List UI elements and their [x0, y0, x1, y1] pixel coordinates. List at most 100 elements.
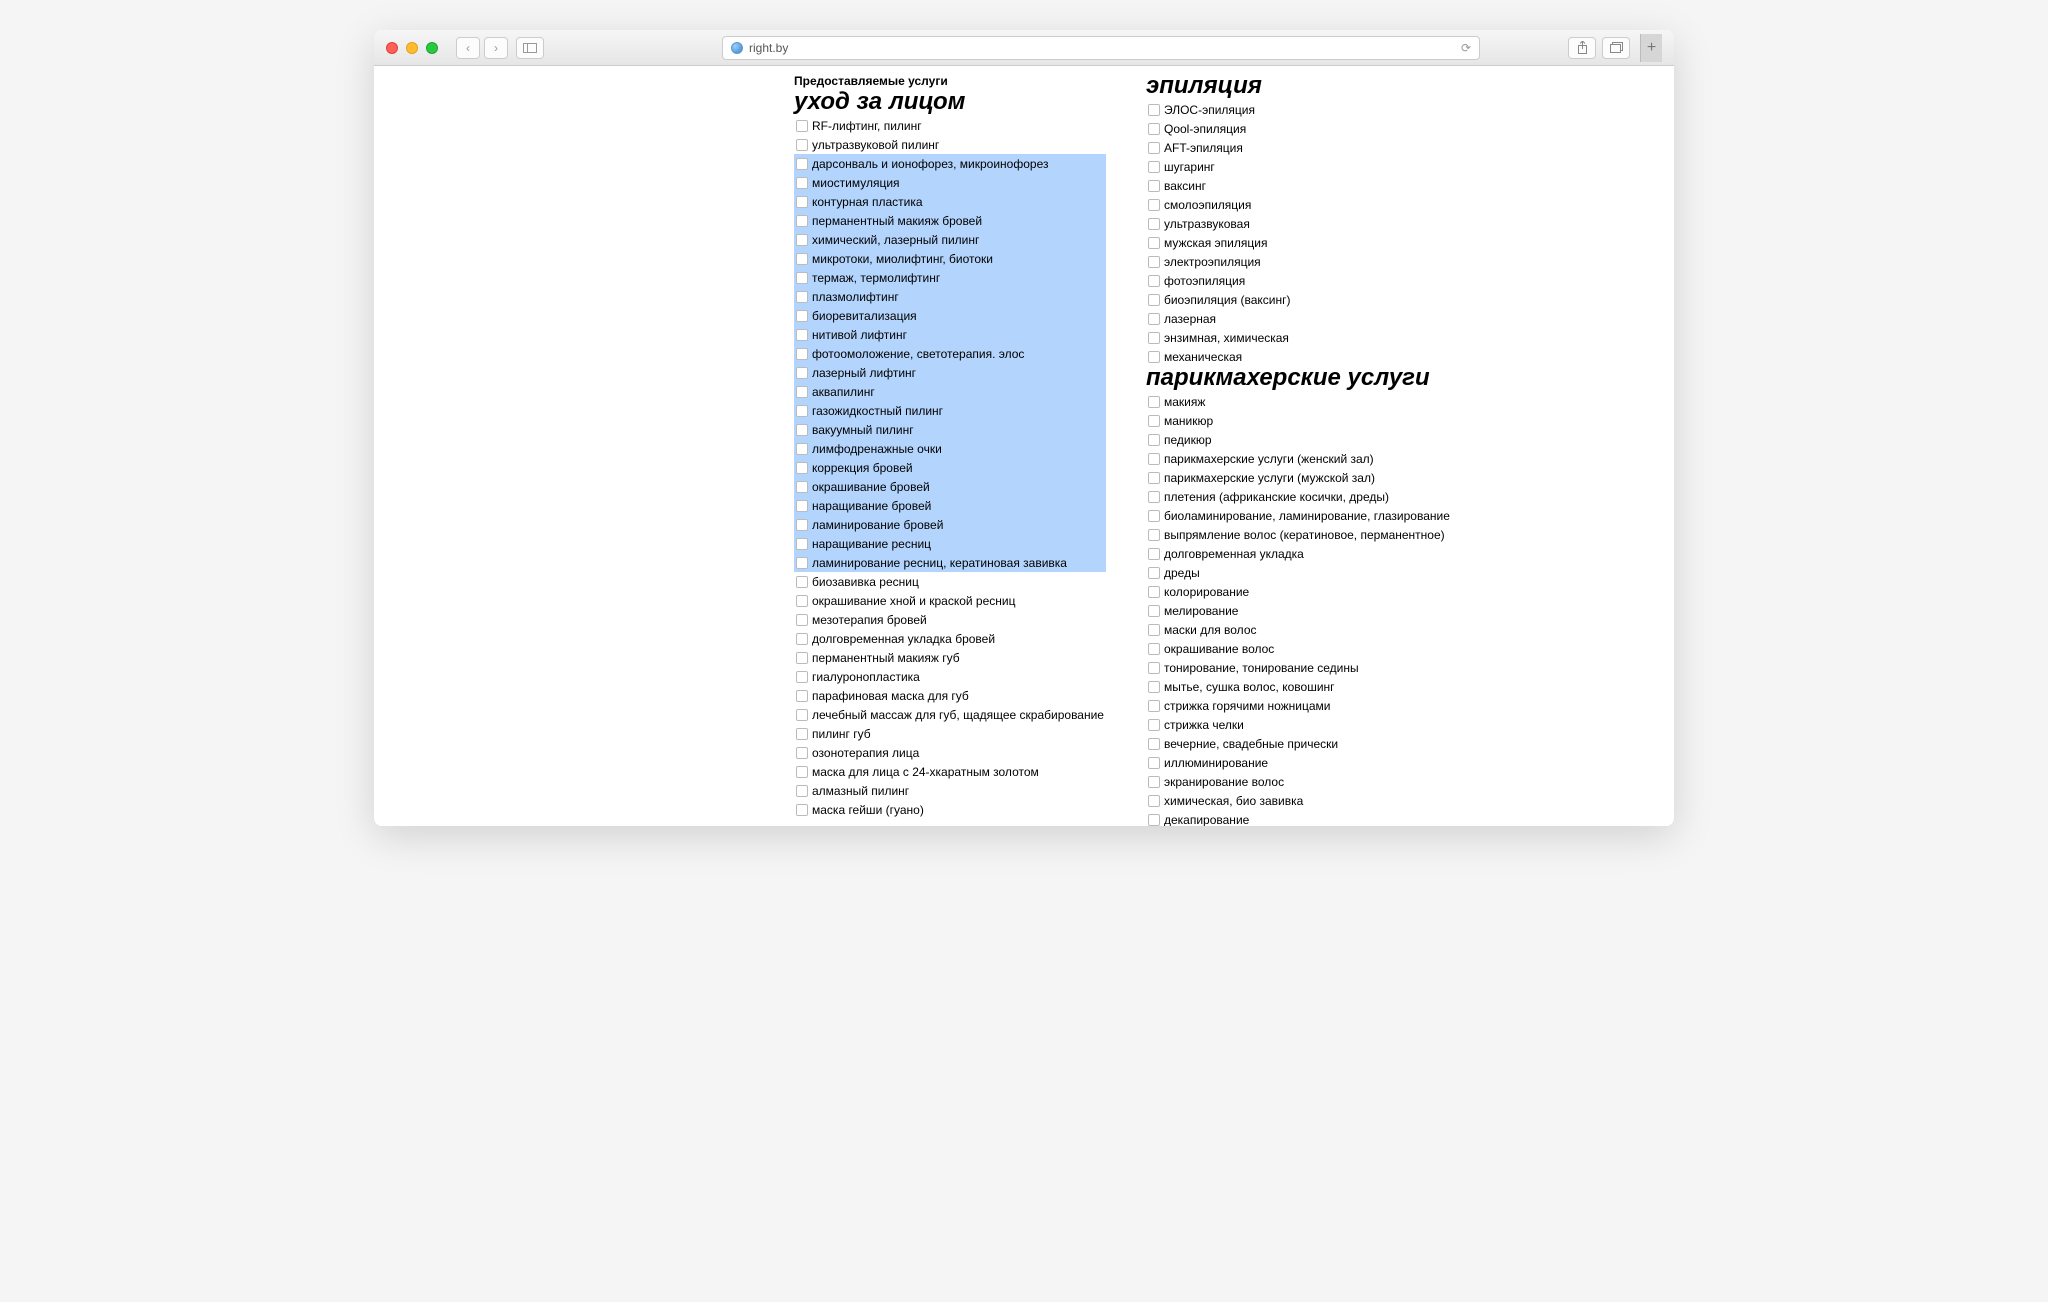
checkbox-icon[interactable] — [796, 329, 808, 341]
checkbox-icon[interactable] — [1148, 662, 1160, 674]
checkbox-icon[interactable] — [796, 747, 808, 759]
checkbox-item[interactable]: иллюминирование — [1146, 753, 1452, 772]
checkbox-item[interactable]: выпрямление волос (кератиновое, перманен… — [1146, 525, 1452, 544]
checkbox-item[interactable]: перманентный макияж губ — [794, 648, 1106, 667]
checkbox-item[interactable]: окрашивание бровей — [794, 477, 1106, 496]
checkbox-icon[interactable] — [796, 443, 808, 455]
tabs-button[interactable] — [1602, 37, 1630, 59]
checkbox-item[interactable]: плетения (африканские косички, дреды) — [1146, 487, 1452, 506]
checkbox-item[interactable]: мелирование — [1146, 601, 1452, 620]
checkbox-item[interactable]: алмазный пилинг — [794, 781, 1106, 800]
checkbox-item[interactable]: ЭЛОС-эпиляция — [1146, 100, 1452, 119]
back-button[interactable]: ‹ — [456, 37, 480, 59]
checkbox-icon[interactable] — [796, 576, 808, 588]
checkbox-item[interactable]: химический, лазерный пилинг — [794, 230, 1106, 249]
checkbox-item[interactable]: шугаринг — [1146, 157, 1452, 176]
checkbox-item[interactable]: лимфодренажные очки — [794, 439, 1106, 458]
checkbox-item[interactable]: наращивание ресниц — [794, 534, 1106, 553]
checkbox-icon[interactable] — [796, 766, 808, 778]
checkbox-item[interactable]: ламинирование бровей — [794, 515, 1106, 534]
checkbox-item[interactable]: Qool-эпиляция — [1146, 119, 1452, 138]
checkbox-icon[interactable] — [796, 348, 808, 360]
checkbox-item[interactable]: ультразвуковая — [1146, 214, 1452, 233]
checkbox-icon[interactable] — [1148, 415, 1160, 427]
checkbox-item[interactable]: парикмахерские услуги (женский зал) — [1146, 449, 1452, 468]
checkbox-item[interactable]: окрашивание волос — [1146, 639, 1452, 658]
checkbox-icon[interactable] — [796, 728, 808, 740]
new-tab-button[interactable]: + — [1640, 34, 1662, 62]
checkbox-icon[interactable] — [796, 139, 808, 151]
checkbox-icon[interactable] — [796, 671, 808, 683]
checkbox-icon[interactable] — [1148, 491, 1160, 503]
checkbox-icon[interactable] — [1148, 294, 1160, 306]
checkbox-item[interactable]: микротоки, миолифтинг, биотоки — [794, 249, 1106, 268]
checkbox-item[interactable]: маникюр — [1146, 411, 1452, 430]
checkbox-icon[interactable] — [1148, 142, 1160, 154]
checkbox-icon[interactable] — [1148, 510, 1160, 522]
checkbox-item[interactable]: плазмолифтинг — [794, 287, 1106, 306]
checkbox-item[interactable]: маска гейши (гуано) — [794, 800, 1106, 819]
checkbox-item[interactable]: аквапилинг — [794, 382, 1106, 401]
checkbox-item[interactable]: энзимная, химическая — [1146, 328, 1452, 347]
checkbox-icon[interactable] — [796, 614, 808, 626]
checkbox-icon[interactable] — [1148, 624, 1160, 636]
checkbox-icon[interactable] — [1148, 605, 1160, 617]
checkbox-icon[interactable] — [1148, 453, 1160, 465]
checkbox-item[interactable]: лазерный лифтинг — [794, 363, 1106, 382]
checkbox-icon[interactable] — [796, 633, 808, 645]
checkbox-icon[interactable] — [796, 367, 808, 379]
checkbox-icon[interactable] — [1148, 719, 1160, 731]
checkbox-icon[interactable] — [1148, 332, 1160, 344]
checkbox-icon[interactable] — [1148, 256, 1160, 268]
checkbox-icon[interactable] — [796, 690, 808, 702]
checkbox-icon[interactable] — [1148, 199, 1160, 211]
checkbox-item[interactable]: декапирование — [1146, 810, 1452, 826]
checkbox-item[interactable]: наращивание бровей — [794, 496, 1106, 515]
share-button[interactable] — [1568, 37, 1596, 59]
checkbox-icon[interactable] — [1148, 567, 1160, 579]
forward-button[interactable]: › — [484, 37, 508, 59]
checkbox-icon[interactable] — [1148, 814, 1160, 826]
checkbox-icon[interactable] — [796, 291, 808, 303]
checkbox-item[interactable]: мытье, сушка волос, ковошинг — [1146, 677, 1452, 696]
checkbox-icon[interactable] — [1148, 218, 1160, 230]
checkbox-icon[interactable] — [796, 253, 808, 265]
checkbox-icon[interactable] — [1148, 548, 1160, 560]
minimize-icon[interactable] — [406, 42, 418, 54]
checkbox-item[interactable]: перманентный макияж бровей — [794, 211, 1106, 230]
checkbox-item[interactable]: маски для волос — [1146, 620, 1452, 639]
checkbox-item[interactable]: мезотерапия бровей — [794, 610, 1106, 629]
checkbox-item[interactable]: ультразвуковой пилинг — [794, 135, 1106, 154]
sidebar-toggle-button[interactable] — [516, 37, 544, 59]
checkbox-item[interactable]: тонирование, тонирование седины — [1146, 658, 1452, 677]
checkbox-icon[interactable] — [1148, 776, 1160, 788]
checkbox-icon[interactable] — [796, 519, 808, 531]
checkbox-item[interactable]: электроэпиляция — [1146, 252, 1452, 271]
checkbox-icon[interactable] — [796, 538, 808, 550]
checkbox-item[interactable]: гиалуронопластика — [794, 667, 1106, 686]
checkbox-icon[interactable] — [1148, 351, 1160, 363]
checkbox-item[interactable]: термаж, термолифтинг — [794, 268, 1106, 287]
checkbox-icon[interactable] — [796, 462, 808, 474]
checkbox-icon[interactable] — [796, 158, 808, 170]
checkbox-icon[interactable] — [1148, 313, 1160, 325]
checkbox-item[interactable]: AFT-эпиляция — [1146, 138, 1452, 157]
checkbox-icon[interactable] — [796, 481, 808, 493]
reload-icon[interactable]: ⟳ — [1461, 41, 1471, 55]
checkbox-item[interactable]: смолоэпиляция — [1146, 195, 1452, 214]
checkbox-item[interactable]: мужская эпиляция — [1146, 233, 1452, 252]
checkbox-item[interactable]: озонотерапия лица — [794, 743, 1106, 762]
checkbox-icon[interactable] — [796, 272, 808, 284]
checkbox-icon[interactable] — [1148, 161, 1160, 173]
checkbox-icon[interactable] — [796, 120, 808, 132]
checkbox-item[interactable]: ламинирование ресниц, кератиновая завивк… — [794, 553, 1106, 572]
checkbox-item[interactable]: лазерная — [1146, 309, 1452, 328]
checkbox-item[interactable]: вечерние, свадебные прически — [1146, 734, 1452, 753]
checkbox-item[interactable]: биоэпиляция (ваксинг) — [1146, 290, 1452, 309]
checkbox-icon[interactable] — [796, 234, 808, 246]
checkbox-icon[interactable] — [1148, 275, 1160, 287]
checkbox-icon[interactable] — [796, 405, 808, 417]
checkbox-icon[interactable] — [796, 804, 808, 816]
checkbox-item[interactable]: миостимуляция — [794, 173, 1106, 192]
checkbox-item[interactable]: дреды — [1146, 563, 1452, 582]
